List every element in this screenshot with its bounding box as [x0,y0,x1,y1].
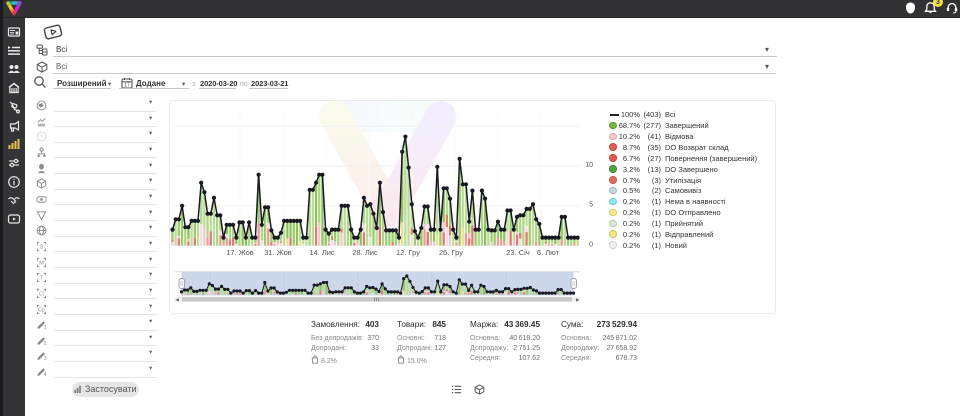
svg-text:31. Жов: 31. Жов [264,248,292,257]
svg-text:◄: ◄ [175,298,180,304]
svg-text:►: ► [575,298,580,304]
svg-text:6. Лют: 6. Лют [537,248,560,257]
svg-text:26. Гру: 26. Гру [439,248,463,257]
svg-text:12. Гру: 12. Гру [396,248,420,257]
svg-text:10: 10 [585,162,593,169]
svg-text:0: 0 [589,241,593,248]
svg-text:28. Лис: 28. Лис [352,248,378,257]
svg-text:14. Лис: 14. Лис [309,248,335,257]
svg-text:23. Січ: 23. Січ [506,248,530,257]
svg-text:17. Жов: 17. Жов [226,248,254,257]
svg-text:5: 5 [589,202,593,209]
